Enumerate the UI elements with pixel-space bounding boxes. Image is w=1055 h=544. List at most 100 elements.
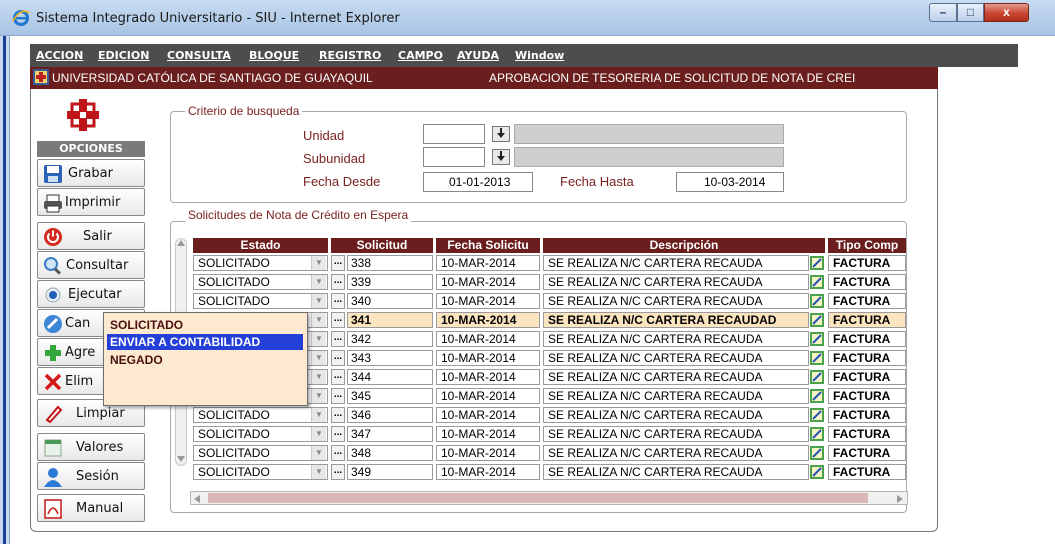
estado-dropdown-arrow[interactable]: ▼: [311, 446, 326, 460]
fecha-cell[interactable]: 10-MAR-2014: [436, 312, 540, 328]
unidad-input[interactable]: [423, 124, 485, 144]
close-button[interactable]: x: [984, 3, 1029, 22]
row-lookup-button[interactable]: ...: [331, 255, 345, 271]
edit-description-icon[interactable]: [810, 427, 824, 441]
estado-select[interactable]: SOLICITADO: [193, 464, 328, 480]
estado-option-enviar-a-contabilidad[interactable]: ENVIAR A CONTABILIDAD: [107, 334, 303, 350]
ejecutar-button[interactable]: Ejecutar: [37, 280, 145, 308]
scroll-left-icon[interactable]: [194, 495, 200, 503]
subunidad-input[interactable]: [423, 147, 485, 167]
fecha-cell[interactable]: 10-MAR-2014: [436, 445, 540, 461]
solicitud-cell[interactable]: 342: [347, 331, 433, 347]
solicitud-cell[interactable]: 348: [347, 445, 433, 461]
edit-description-icon[interactable]: [810, 408, 824, 422]
tipo-cell[interactable]: FACTURA: [828, 445, 906, 461]
scroll-up-icon[interactable]: [177, 240, 185, 246]
fecha-cell[interactable]: 10-MAR-2014: [436, 331, 540, 347]
descripcion-cell[interactable]: SE REALIZA N/C CARTERA RECAUDA: [543, 464, 809, 480]
column-header-fecha[interactable]: Fecha Solicitu: [436, 238, 540, 253]
edit-description-icon[interactable]: [810, 332, 824, 346]
estado-select[interactable]: SOLICITADO: [193, 255, 328, 271]
estado-dropdown-arrow[interactable]: ▼: [311, 408, 326, 422]
column-header-descripcion[interactable]: Descripción: [543, 238, 825, 253]
descripcion-cell[interactable]: SE REALIZA N/C CARTERA RECAUDA: [543, 293, 809, 309]
solicitud-cell[interactable]: 346: [347, 407, 433, 423]
tipo-cell[interactable]: FACTURA: [828, 331, 906, 347]
menu-ayuda[interactable]: AYUDA: [457, 49, 499, 62]
row-lookup-button[interactable]: ...: [331, 426, 345, 442]
fecha-desde-input[interactable]: 01-01-2013: [423, 172, 533, 192]
row-lookup-button[interactable]: ...: [331, 388, 345, 404]
fecha-cell[interactable]: 10-MAR-2014: [436, 350, 540, 366]
column-header-tipo[interactable]: Tipo Comp: [828, 238, 906, 253]
descripcion-cell[interactable]: SE REALIZA N/C CARTERA RECAUDA: [543, 350, 809, 366]
edit-description-icon[interactable]: [810, 351, 824, 365]
estado-dropdown-arrow[interactable]: ▼: [311, 275, 326, 289]
column-header-solicitud[interactable]: Solicitud: [331, 238, 433, 253]
estado-option-negado[interactable]: NEGADO: [107, 352, 163, 368]
row-lookup-button[interactable]: ...: [331, 350, 345, 366]
solicitud-cell[interactable]: 343: [347, 350, 433, 366]
estado-dropdown-arrow[interactable]: ▼: [311, 332, 326, 346]
estado-option-solicitado[interactable]: SOLICITADO: [107, 317, 183, 333]
edit-description-icon[interactable]: [810, 275, 824, 289]
edit-description-icon[interactable]: [810, 313, 824, 327]
row-lookup-button[interactable]: ...: [331, 312, 345, 328]
sesion-button[interactable]: Sesión: [37, 462, 145, 490]
manual-button[interactable]: Manual: [37, 494, 145, 522]
row-lookup-button[interactable]: ...: [331, 407, 345, 423]
descripcion-cell[interactable]: SE REALIZA N/C CARTERA RECAUDA: [543, 407, 809, 423]
minimize-button[interactable]: –: [929, 3, 957, 22]
edit-description-icon[interactable]: [810, 256, 824, 270]
edit-description-icon[interactable]: [810, 465, 824, 479]
estado-dropdown-arrow[interactable]: ▼: [311, 256, 326, 270]
tipo-cell[interactable]: FACTURA: [828, 369, 906, 385]
descripcion-cell[interactable]: SE REALIZA N/C CARTERA RECAUDA: [543, 445, 809, 461]
menu-window[interactable]: Window: [515, 49, 564, 62]
solicitud-cell[interactable]: 338: [347, 255, 433, 271]
fecha-cell[interactable]: 10-MAR-2014: [436, 255, 540, 271]
tipo-cell[interactable]: FACTURA: [828, 293, 906, 309]
estado-dropdown-arrow[interactable]: ▼: [311, 313, 326, 327]
estado-dropdown-arrow[interactable]: ▼: [311, 389, 326, 403]
edit-description-icon[interactable]: [810, 370, 824, 384]
horizontal-scroll-thumb[interactable]: [208, 493, 868, 503]
tipo-cell[interactable]: FACTURA: [828, 426, 906, 442]
valores-button[interactable]: Valores: [37, 433, 145, 461]
row-lookup-button[interactable]: ...: [331, 464, 345, 480]
edit-description-icon[interactable]: [810, 389, 824, 403]
tipo-cell[interactable]: FACTURA: [828, 255, 906, 271]
fecha-cell[interactable]: 10-MAR-2014: [436, 274, 540, 290]
imprimir-button[interactable]: Imprimir: [37, 188, 145, 216]
estado-dropdown-arrow[interactable]: ▼: [311, 465, 326, 479]
descripcion-cell[interactable]: SE REALIZA N/C CARTERA RECAUDA: [543, 255, 809, 271]
solicitud-cell[interactable]: 339: [347, 274, 433, 290]
row-lookup-button[interactable]: ...: [331, 445, 345, 461]
fecha-cell[interactable]: 10-MAR-2014: [436, 293, 540, 309]
solicitud-cell[interactable]: 345: [347, 388, 433, 404]
menu-edicion[interactable]: EDICION: [98, 49, 149, 62]
scroll-right-icon[interactable]: [897, 495, 903, 503]
solicitud-cell[interactable]: 349: [347, 464, 433, 480]
menu-registro[interactable]: REGISTRO: [319, 49, 381, 62]
fecha-cell[interactable]: 10-MAR-2014: [436, 369, 540, 385]
tipo-cell[interactable]: FACTURA: [828, 388, 906, 404]
subunidad-dropdown-button[interactable]: [492, 149, 510, 165]
solicitud-cell[interactable]: 347: [347, 426, 433, 442]
estado-select[interactable]: SOLICITADO: [193, 274, 328, 290]
tipo-cell[interactable]: FACTURA: [828, 274, 906, 290]
row-lookup-button[interactable]: ...: [331, 331, 345, 347]
descripcion-cell[interactable]: SE REALIZA N/C CARTERA RECAUDA: [543, 274, 809, 290]
solicitud-cell[interactable]: 341: [347, 312, 433, 328]
fecha-cell[interactable]: 10-MAR-2014: [436, 388, 540, 404]
window-titlebar[interactable]: Sistema Integrado Universitario - SIU - …: [0, 0, 1055, 36]
tipo-cell[interactable]: FACTURA: [828, 350, 906, 366]
estado-dropdown-arrow[interactable]: ▼: [311, 370, 326, 384]
estado-dropdown-arrow[interactable]: ▼: [311, 427, 326, 441]
descripcion-cell[interactable]: SE REALIZA N/C CARTERA RECAUDAD: [543, 312, 809, 328]
fecha-cell[interactable]: 10-MAR-2014: [436, 464, 540, 480]
menu-consulta[interactable]: CONSULTA: [167, 49, 231, 62]
fecha-hasta-input[interactable]: 10-03-2014: [676, 172, 784, 192]
estado-dropdown-arrow[interactable]: ▼: [311, 294, 326, 308]
unidad-dropdown-button[interactable]: [492, 126, 510, 142]
